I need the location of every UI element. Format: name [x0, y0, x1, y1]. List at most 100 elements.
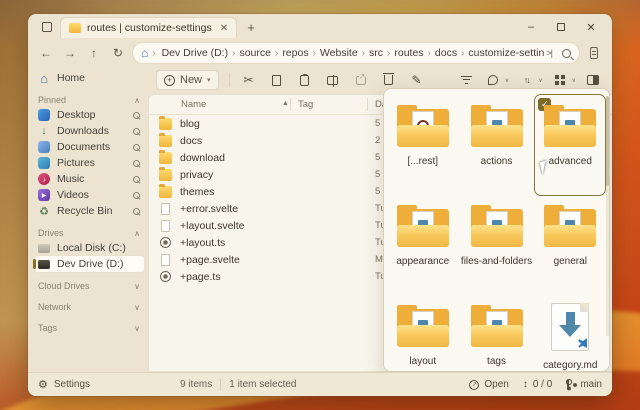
rename-icon: [327, 76, 338, 85]
chevron-down-icon[interactable]: ∨: [134, 324, 140, 333]
up-button[interactable]: ↑: [84, 43, 104, 63]
new-button[interactable]: + New ▾: [156, 70, 219, 90]
column-divider[interactable]: [367, 98, 368, 111]
grid-item[interactable]: ✓ category.md: [535, 295, 605, 372]
back-button[interactable]: ←: [36, 43, 56, 63]
git-counts: 0 / 0: [533, 379, 552, 390]
grid-view-icon: [555, 75, 565, 85]
folder-icon: [544, 105, 596, 147]
open-button[interactable]: ↗ Open: [469, 379, 508, 390]
breadcrumb-label[interactable]: src: [365, 47, 387, 59]
chevron-down-icon[interactable]: ∨: [134, 303, 140, 312]
grid-item[interactable]: ✓ general: [535, 195, 605, 295]
crumb-separator: ›: [152, 48, 155, 59]
breadcrumb-label[interactable]: routes: [390, 47, 427, 59]
sidebar-section-collapsed[interactable]: Tags ∨: [34, 321, 144, 335]
maximize-button[interactable]: [546, 16, 576, 38]
sidebar-section-drives[interactable]: Drives ∧: [34, 226, 144, 240]
git-branch-button[interactable]: main: [566, 379, 602, 390]
git-sync-status[interactable]: ↕ 0 / 0: [523, 379, 552, 390]
jump-to-end-icon[interactable]: >|: [546, 48, 552, 58]
file-type-icon: [159, 152, 172, 164]
ongoing-tasks-button[interactable]: [584, 43, 604, 63]
sidebar-item-icon: ♻: [38, 205, 50, 217]
column-divider[interactable]: [290, 98, 291, 111]
breadcrumb[interactable]: ⌂ › Dev Drive (D:) › source › repos › We…: [132, 42, 580, 64]
sidebar-item-drive[interactable]: Dev Drive (D:): [34, 256, 144, 272]
sync-arrows-icon: ↕: [523, 379, 528, 390]
sidebar-item[interactable]: Documents: [34, 139, 144, 155]
sidebar-section-collapsed[interactable]: Cloud Drives ∨: [34, 279, 144, 293]
paste-button[interactable]: [296, 71, 314, 89]
grid-item[interactable]: ✓ advanced: [535, 95, 605, 195]
pin-icon: [133, 112, 140, 119]
sidebar-item-drive[interactable]: Local Disk (C:): [34, 240, 144, 256]
sidebar-item-home[interactable]: ⌂ Home: [34, 70, 144, 86]
pin-icon: [133, 208, 140, 215]
share-button[interactable]: [352, 71, 370, 89]
layout-view-button[interactable]: [551, 71, 569, 89]
breadcrumb-item[interactable]: src ›: [365, 47, 390, 59]
breadcrumb-label[interactable]: customize-settings: [464, 47, 544, 59]
sidebar-item[interactable]: ▶ Videos: [34, 187, 144, 203]
sidebar-section-collapsed[interactable]: Network ∨: [34, 300, 144, 314]
minimize-button[interactable]: –: [516, 16, 546, 38]
chevron-down-icon[interactable]: ∨: [134, 282, 140, 291]
new-tab-button[interactable]: +: [241, 17, 261, 37]
breadcrumb-label[interactable]: docs: [431, 47, 461, 59]
grid-item[interactable]: ✓ [...rest]: [388, 95, 458, 195]
breadcrumb-item[interactable]: Website ›: [316, 47, 365, 59]
breadcrumb-label[interactable]: source: [235, 47, 275, 59]
breadcrumb-item[interactable]: docs ›: [431, 47, 465, 59]
filter-button[interactable]: [458, 71, 476, 89]
home-icon[interactable]: ⌂: [141, 46, 148, 60]
breadcrumb-item[interactable]: Dev Drive (D:) ›: [158, 47, 236, 59]
column-header-tag[interactable]: Tag: [298, 99, 313, 110]
sort-ascending-icon: ▲: [282, 100, 289, 107]
sidebar-item[interactable]: ♪ Music: [34, 171, 144, 187]
tab-routes-customize-settings[interactable]: routes | customize-settings ✕: [60, 17, 237, 38]
copy-button[interactable]: [268, 71, 286, 89]
pinned-items: Desktop ↓ Downloads Documents Pictures: [34, 107, 144, 219]
chevron-up-icon[interactable]: ∧: [134, 96, 140, 105]
refresh-button[interactable]: ↻: [108, 43, 128, 63]
sidebar-item-label: Dev Drive (D:): [57, 258, 140, 270]
forward-button[interactable]: →: [60, 43, 80, 63]
scrollbar[interactable]: [606, 96, 609, 336]
breadcrumb-item[interactable]: customize-settings ›: [464, 47, 544, 59]
grid-item[interactable]: ✓ tags: [462, 295, 532, 372]
grid-item[interactable]: ✓ appearance: [388, 195, 458, 295]
sidebar-item[interactable]: ↓ Downloads: [34, 123, 144, 139]
breadcrumb-label[interactable]: repos: [278, 47, 312, 59]
edit-button[interactable]: ✎: [408, 71, 426, 89]
sidebar-item[interactable]: Desktop: [34, 107, 144, 123]
breadcrumb-item[interactable]: source ›: [235, 47, 278, 59]
search-icon[interactable]: [562, 49, 571, 58]
breadcrumb-item[interactable]: repos ›: [278, 47, 316, 59]
pin-icon: [133, 160, 140, 167]
grid-item[interactable]: ✓ layout: [388, 295, 458, 372]
column-header-name[interactable]: Name: [181, 99, 206, 110]
sidebar-section-pinned[interactable]: Pinned ∧: [34, 93, 144, 107]
sidebar-item[interactable]: ♻ Recycle Bin: [34, 203, 144, 219]
sidebar-item[interactable]: Pictures: [34, 155, 144, 171]
sort-button[interactable]: ↑↓: [517, 71, 535, 89]
tab-close-icon[interactable]: ✕: [220, 23, 228, 34]
rename-button[interactable]: [324, 71, 342, 89]
cut-button[interactable]: ✂: [240, 71, 258, 89]
breadcrumb-label[interactable]: Dev Drive (D:): [158, 47, 233, 59]
tab-list-button[interactable]: [38, 18, 56, 36]
breadcrumb-label[interactable]: Website: [316, 47, 362, 59]
delete-button[interactable]: [380, 71, 398, 89]
grid-item[interactable]: ✓ actions: [462, 95, 532, 195]
grid-item[interactable]: ✓ files-and-folders: [462, 195, 532, 295]
preview-pane-button[interactable]: [584, 71, 602, 89]
grid-item-label: [...rest]: [407, 156, 438, 167]
group-by-button[interactable]: [484, 71, 502, 89]
breadcrumb-item[interactable]: routes ›: [390, 47, 431, 59]
settings-button[interactable]: ⚙ Settings: [38, 378, 150, 391]
close-button[interactable]: ✕: [576, 16, 606, 38]
grid-item-label: files-and-folders: [461, 256, 532, 267]
chevron-up-icon[interactable]: ∧: [134, 229, 140, 238]
scrollbar-thumb[interactable]: [606, 96, 609, 186]
